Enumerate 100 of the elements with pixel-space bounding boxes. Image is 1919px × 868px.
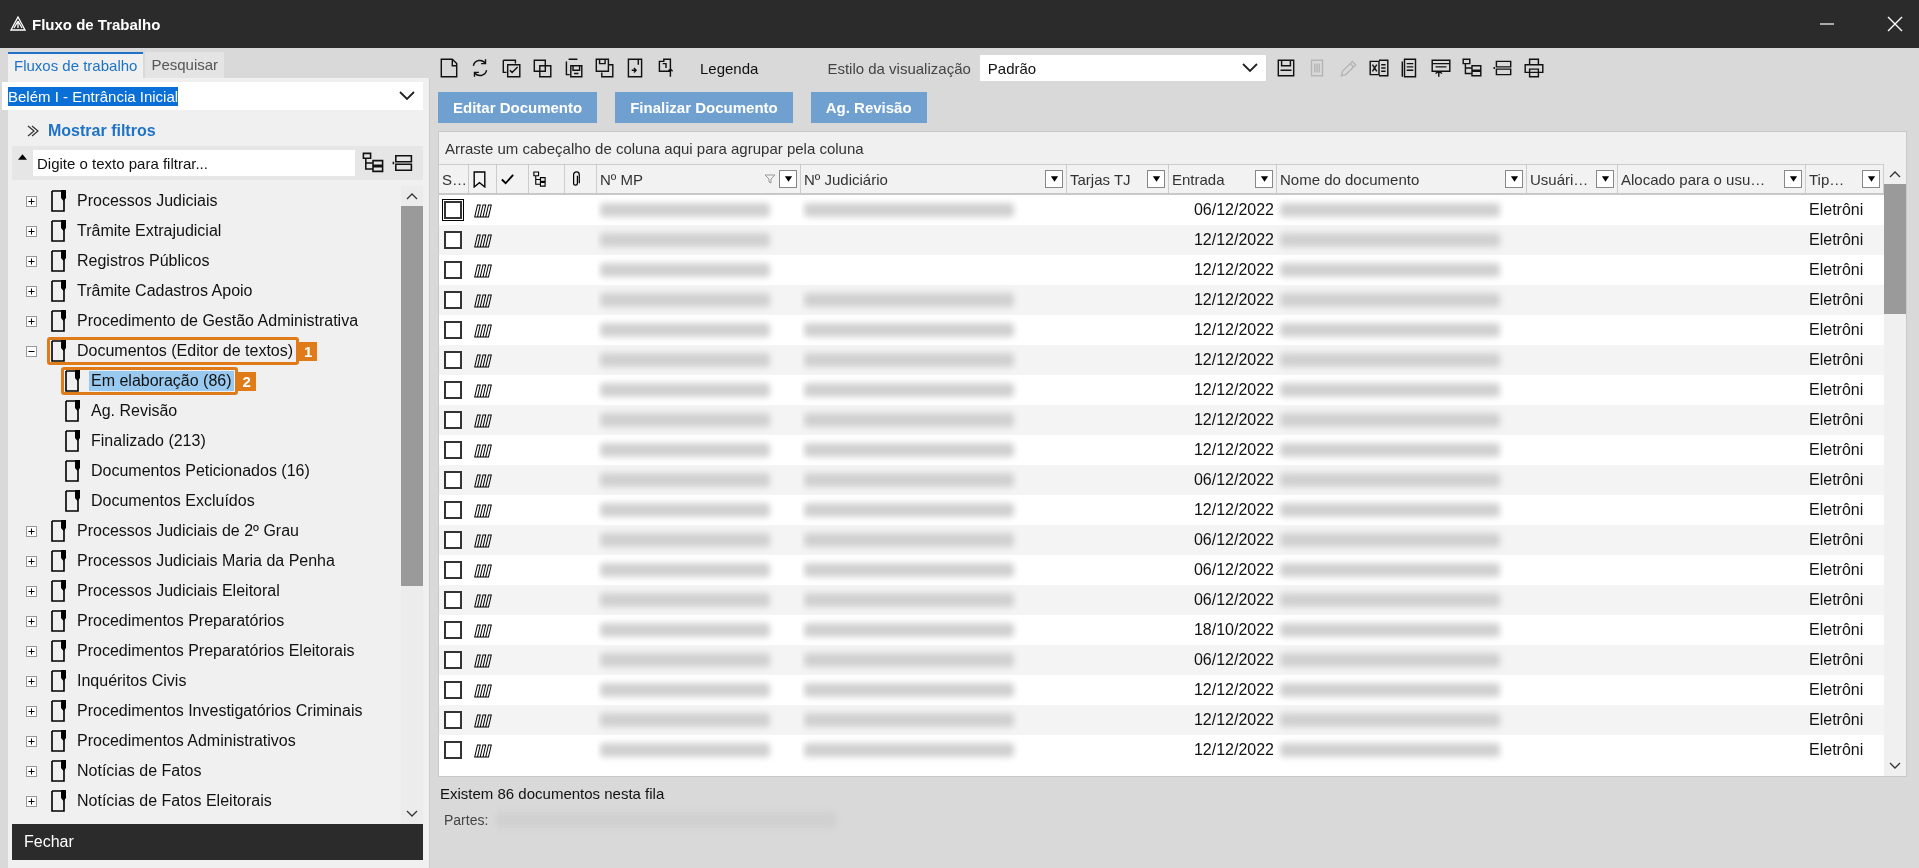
- tree-item[interactable]: Procedimentos Administrativos: [75, 731, 298, 751]
- tree-item[interactable]: Procedimento de Gestão Administrativa: [75, 311, 361, 331]
- filter-dropdown-button[interactable]: [1147, 170, 1165, 188]
- scroll-down-icon[interactable]: [406, 810, 418, 818]
- tree-item[interactable]: Documentos (Editor de textos): [75, 341, 296, 361]
- tree-item[interactable]: Procedimentos Preparatórios: [75, 611, 287, 631]
- row-checkbox[interactable]: [444, 351, 462, 369]
- expand-toggle-icon[interactable]: [26, 195, 37, 207]
- expand-toggle-icon[interactable]: [26, 315, 37, 327]
- row-checkbox[interactable]: [444, 501, 462, 519]
- excel-icon[interactable]: [1367, 57, 1390, 79]
- tree-item[interactable]: Notícias de Fatos Eleitorais: [75, 791, 274, 811]
- legend-label[interactable]: Legenda: [700, 59, 759, 77]
- copy-icon[interactable]: [531, 57, 553, 79]
- expand-toggle-icon[interactable]: [26, 525, 37, 537]
- new-icon[interactable]: [438, 57, 460, 79]
- caret-up-icon[interactable]: [18, 154, 27, 160]
- tree-item[interactable]: Processos Judiciais Eleitoral: [75, 581, 282, 601]
- tree-item[interactable]: Documentos Excluídos: [89, 491, 257, 511]
- filter-dropdown-button[interactable]: [1862, 170, 1880, 188]
- row-checkbox[interactable]: [444, 651, 462, 669]
- tree-item[interactable]: Processos Judiciais: [75, 191, 220, 211]
- row-checkbox[interactable]: [444, 321, 462, 339]
- filter-dropdown-button[interactable]: [1596, 170, 1614, 188]
- tree-item[interactable]: Processos Judiciais Maria da Penha: [75, 551, 337, 571]
- tab[interactable]: Fluxos de trabalho: [8, 52, 144, 78]
- tree-item[interactable]: Registros Públicos: [75, 251, 212, 271]
- show-filters-link[interactable]: Mostrar filtros: [48, 122, 156, 140]
- row-checkbox[interactable]: [444, 711, 462, 729]
- row-checkbox[interactable]: [444, 261, 462, 279]
- column-header[interactable]: Tip…: [1809, 170, 1845, 188]
- filter-dropdown-button[interactable]: [1505, 170, 1523, 188]
- close-button[interactable]: Fechar: [12, 824, 423, 860]
- column-header[interactable]: Usuári…: [1530, 170, 1589, 188]
- scroll-up-icon[interactable]: [1889, 170, 1901, 178]
- row-checkbox[interactable]: [444, 411, 462, 429]
- tree-icon[interactable]: [1460, 57, 1483, 79]
- row-checkbox[interactable]: [444, 381, 462, 399]
- tree-item[interactable]: Processos Judiciais de 2º Grau: [75, 521, 301, 541]
- print-icon[interactable]: [1522, 57, 1545, 79]
- row-checkbox[interactable]: [444, 621, 462, 639]
- tree-item[interactable]: Em elaboração (86): [89, 371, 234, 391]
- column-header[interactable]: Tarjas TJ: [1070, 170, 1131, 188]
- expand-toggle-icon[interactable]: [26, 555, 37, 567]
- filter-dropdown-button[interactable]: [779, 170, 797, 188]
- row-checkbox[interactable]: [444, 681, 462, 699]
- expand-toggle-icon[interactable]: [26, 795, 37, 807]
- tree-item[interactable]: Finalizado (213): [89, 431, 208, 451]
- tree-item[interactable]: Procedimentos Preparatórios Eleitorais: [75, 641, 357, 661]
- scroll-thumb[interactable]: [1884, 184, 1906, 314]
- save-window-icon[interactable]: [593, 57, 615, 79]
- scrollbar[interactable]: [401, 186, 423, 824]
- tab[interactable]: Pesquisar: [145, 52, 225, 78]
- tree-item[interactable]: Trâmite Cadastros Apoio: [75, 281, 255, 301]
- scrollbar[interactable]: [1884, 164, 1906, 776]
- export-icon[interactable]: [1429, 57, 1452, 79]
- column-header[interactable]: Entrada: [1172, 170, 1225, 188]
- collapse-toggle-icon[interactable]: [26, 345, 37, 357]
- expand-toggle-icon[interactable]: [26, 645, 37, 657]
- row-checkbox[interactable]: [444, 441, 462, 459]
- expand-toggle-icon[interactable]: [26, 615, 37, 627]
- row-checkbox[interactable]: [444, 561, 462, 579]
- column-header[interactable]: Nome do documento: [1280, 170, 1420, 188]
- row-checkbox[interactable]: [444, 471, 462, 489]
- tree-item[interactable]: Procedimentos Investigatórios Criminais: [75, 701, 365, 721]
- location-select[interactable]: Belém I - Entrância Inicial: [2, 82, 423, 110]
- row-checkbox[interactable]: [444, 531, 462, 549]
- column-header[interactable]: Alocado para o usu…: [1621, 170, 1766, 188]
- column-header[interactable]: Nº Judiciário: [804, 170, 888, 188]
- tree-item[interactable]: Notícias de Fatos: [75, 761, 204, 781]
- tree-item[interactable]: Ag. Revisão: [89, 401, 180, 421]
- column-header[interactable]: S…: [442, 170, 467, 188]
- column-header[interactable]: Nº MP: [600, 170, 643, 188]
- tree-expand-icon[interactable]: [361, 151, 385, 175]
- row-checkbox[interactable]: [444, 291, 462, 309]
- filter-dropdown-button[interactable]: [1784, 170, 1802, 188]
- expand-toggle-icon[interactable]: [26, 285, 37, 297]
- checklist-icon[interactable]: [500, 57, 522, 79]
- tree-item[interactable]: Documentos Peticionados (16): [89, 461, 312, 481]
- close-icon[interactable]: [1885, 14, 1905, 34]
- filter-field[interactable]: Digite o texto para filtrar...: [33, 150, 355, 176]
- filter-dropdown-button[interactable]: [1255, 170, 1273, 188]
- row-checkbox[interactable]: [444, 591, 462, 609]
- tree-item[interactable]: Inquéritos Civis: [75, 671, 189, 691]
- expand-toggle-icon[interactable]: [26, 735, 37, 747]
- tree-item[interactable]: Trâmite Extrajudicial: [75, 221, 224, 241]
- row-checkbox[interactable]: [444, 231, 462, 249]
- filter-dropdown-button[interactable]: [1045, 170, 1063, 188]
- scroll-thumb[interactable]: [401, 206, 423, 586]
- expand-toggle-icon[interactable]: [26, 675, 37, 687]
- scroll-up-icon[interactable]: [406, 192, 418, 200]
- view-style-select[interactable]: Padrão: [979, 55, 1266, 81]
- double-chevron-icon: [26, 124, 40, 138]
- scroll-down-icon[interactable]: [1889, 762, 1901, 770]
- expand-toggle-icon[interactable]: [26, 255, 37, 267]
- expand-toggle-icon[interactable]: [26, 225, 37, 237]
- expand-toggle-icon[interactable]: [26, 585, 37, 597]
- expand-toggle-icon[interactable]: [26, 765, 37, 777]
- row-checkbox[interactable]: [444, 741, 462, 759]
- expand-toggle-icon[interactable]: [26, 705, 37, 717]
